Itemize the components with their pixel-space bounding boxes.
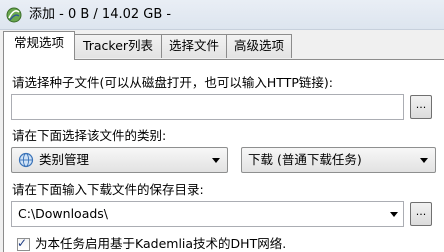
category-globe-icon [18,152,34,168]
save-dir-label: 请在下面输入下载文件的保存目录: [12,182,204,197]
dht-checkbox-label[interactable]: 为本任务启用基于Kademlia技术的DHT网络. [35,236,286,252]
save-dir-dropdown-button[interactable] [386,202,403,226]
tab-advanced[interactable]: 高级选项 [226,34,292,58]
chevron-down-icon [212,158,220,163]
dht-checkbox[interactable]: ✓ [17,236,30,251]
tab-strip: 常规选项 Tracker列表 选择文件 高级选项 [0,30,444,60]
tab-general[interactable]: 常规选项 [3,31,75,60]
tab-label: 常规选项 [13,35,64,50]
browse-save-dir-button[interactable]: ... [410,202,432,226]
save-dir-combobox[interactable]: C:\Downloads\ [11,201,404,227]
tab-tracker-list[interactable]: Tracker列表 [74,34,162,58]
tab-label: 选择文件 [168,38,219,53]
tab-label: Tracker列表 [82,38,154,53]
chevron-down-icon [390,212,398,217]
browse-seed-button[interactable]: ... [410,95,432,119]
download-mode-value: 下载 (普通下载任务) [248,152,362,167]
tab-label: 高级选项 [233,38,284,53]
app-logo-icon [6,7,22,23]
category-select[interactable]: 类别管理 [11,147,228,173]
tab-select-files[interactable]: 选择文件 [161,34,227,58]
add-torrent-dialog: 添加 - 0 B / 14.02 GB - 常规选项 Tracker列表 选择文… [0,0,444,252]
category-label: 请在下面选择该文件的类别: [12,128,167,143]
seed-file-label: 请选择种子文件(可以从磁盘打开，也可以输入HTTP链接): [12,75,333,90]
general-tab-page: 请选择种子文件(可以从磁盘打开，也可以输入HTTP链接): ... 请在下面选择… [3,59,444,252]
checkmark-icon: ✓ [17,236,28,250]
category-select-value: 类别管理 [39,152,90,167]
title-bar[interactable]: 添加 - 0 B / 14.02 GB - [0,0,444,30]
seed-file-input[interactable] [11,94,404,120]
window-title: 添加 - 0 B / 14.02 GB - [29,7,172,22]
chevron-down-icon [420,158,428,163]
download-mode-select[interactable]: 下载 (普通下载任务) [241,147,436,173]
save-dir-value: C:\Downloads\ [18,206,109,221]
